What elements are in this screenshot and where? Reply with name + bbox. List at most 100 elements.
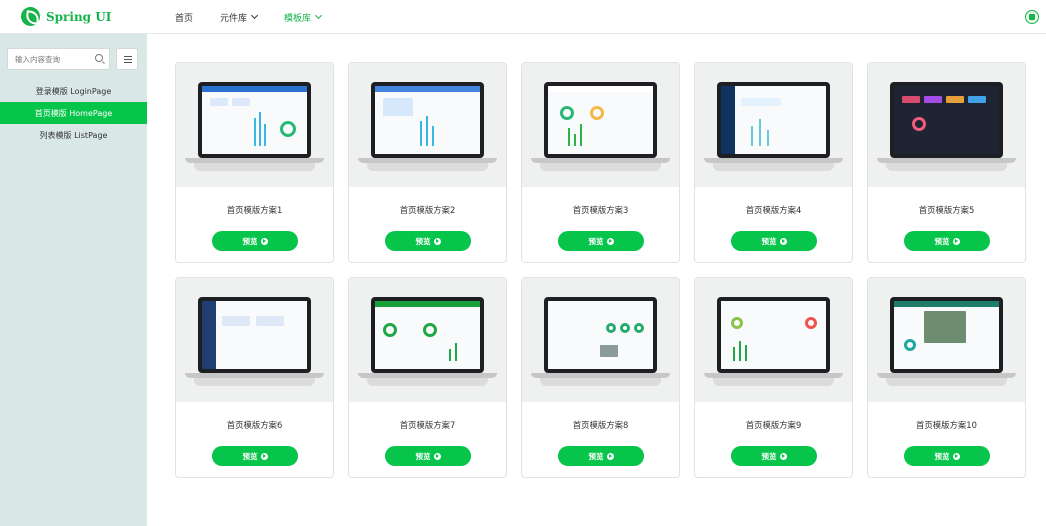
preview-button[interactable]: 预览 bbox=[731, 231, 817, 251]
template-thumbnail[interactable] bbox=[695, 278, 852, 402]
preview-button-label: 预览 bbox=[415, 236, 431, 246]
search-input[interactable]: 输入内容查询 bbox=[7, 48, 110, 70]
chevron-down-icon bbox=[250, 11, 259, 20]
laptop-base bbox=[358, 373, 497, 378]
preview-button[interactable]: 预览 bbox=[212, 446, 298, 466]
template-title: 首页模版方案5 bbox=[918, 205, 975, 215]
template-title: 首页模版方案4 bbox=[745, 205, 802, 215]
nav-components[interactable]: 元件库 bbox=[220, 11, 259, 24]
template-title: 首页模版方案8 bbox=[572, 420, 629, 430]
preview-bar bbox=[426, 116, 428, 146]
template-thumbnail[interactable] bbox=[695, 63, 852, 187]
template-thumbnail[interactable] bbox=[349, 278, 506, 402]
template-card[interactable]: 首页模版方案6 预览 bbox=[175, 277, 334, 478]
preview-button-label: 预览 bbox=[588, 451, 604, 461]
list-menu-icon bbox=[124, 62, 132, 63]
play-circle-icon bbox=[260, 452, 268, 460]
laptop-screen bbox=[371, 82, 484, 158]
laptop-shadow bbox=[540, 378, 661, 386]
template-thumbnail[interactable] bbox=[176, 63, 333, 187]
preview-button[interactable]: 预览 bbox=[212, 231, 298, 251]
preview-button[interactable]: 预览 bbox=[904, 446, 990, 466]
preview-bar bbox=[751, 126, 753, 146]
preview-header bbox=[202, 86, 307, 92]
preview-bar bbox=[449, 349, 451, 361]
laptop-shadow bbox=[194, 378, 315, 386]
preview-card bbox=[256, 316, 284, 326]
preview-bar bbox=[420, 121, 422, 146]
main-nav: 首页 元件库 模板库 bbox=[175, 0, 348, 34]
laptop-shadow bbox=[886, 163, 1007, 171]
preview-ring bbox=[912, 117, 926, 131]
preview-button[interactable]: 预览 bbox=[558, 446, 644, 466]
template-card[interactable]: 首页模版方案5 预览 bbox=[867, 62, 1026, 263]
preview-bar bbox=[580, 124, 582, 146]
preview-sidebar bbox=[721, 86, 735, 154]
template-thumbnail[interactable] bbox=[868, 63, 1025, 187]
template-title: 首页模版方案3 bbox=[572, 205, 629, 215]
template-thumbnail[interactable] bbox=[868, 278, 1025, 402]
template-card[interactable]: 首页模版方案4 预览 bbox=[694, 62, 853, 263]
chevron-down-icon bbox=[315, 11, 323, 20]
template-thumbnail[interactable] bbox=[176, 278, 333, 402]
preview-button[interactable]: 预览 bbox=[731, 446, 817, 466]
preview-bar bbox=[432, 126, 434, 146]
play-circle-icon bbox=[433, 237, 441, 245]
preview-ring bbox=[731, 317, 743, 329]
dashboard-preview bbox=[548, 86, 653, 154]
preview-button[interactable]: 预览 bbox=[904, 231, 990, 251]
nav-home[interactable]: 首页 bbox=[175, 11, 193, 24]
laptop-base bbox=[531, 373, 670, 378]
sidebar-item-listpage[interactable]: 列表模版 ListPage bbox=[0, 124, 147, 146]
template-thumbnail[interactable] bbox=[522, 278, 679, 402]
preview-button-label: 预览 bbox=[242, 236, 258, 246]
template-card[interactable]: 首页模版方案2 预览 bbox=[348, 62, 507, 263]
laptop-shadow bbox=[367, 378, 488, 386]
list-menu-icon bbox=[124, 59, 132, 60]
preview-card bbox=[946, 96, 964, 103]
preview-ring bbox=[423, 323, 437, 337]
preview-button[interactable]: 预览 bbox=[385, 231, 471, 251]
sidebar-item-label: 首页模版 HomePage bbox=[34, 108, 113, 118]
laptop-screen bbox=[371, 297, 484, 373]
template-thumbnail[interactable] bbox=[349, 63, 506, 187]
spring-ui-logo[interactable]: Spring UI bbox=[21, 7, 111, 26]
dashboard-preview bbox=[202, 86, 307, 154]
preview-ring bbox=[805, 317, 817, 329]
template-card[interactable]: 首页模版方案3 预览 bbox=[521, 62, 680, 263]
preview-button-label: 预览 bbox=[934, 451, 950, 461]
laptop-base bbox=[185, 158, 324, 163]
laptop-base bbox=[185, 373, 324, 378]
profile-icon[interactable] bbox=[1025, 10, 1039, 24]
play-circle-icon bbox=[952, 452, 960, 460]
laptop-shadow bbox=[713, 378, 834, 386]
laptop-screen bbox=[717, 82, 830, 158]
template-card[interactable]: 首页模版方案1 预览 bbox=[175, 62, 334, 263]
sidebar-item-homepage[interactable]: 首页模版 HomePage bbox=[0, 102, 147, 124]
template-thumbnail[interactable] bbox=[522, 63, 679, 187]
menu-toggle-button[interactable] bbox=[116, 48, 138, 70]
preview-button[interactable]: 预览 bbox=[385, 446, 471, 466]
preview-card bbox=[741, 98, 781, 106]
template-card[interactable]: 首页模版方案9 预览 bbox=[694, 277, 853, 478]
preview-ring bbox=[904, 339, 916, 351]
preview-bar bbox=[455, 343, 457, 361]
dashboard-preview bbox=[375, 301, 480, 369]
preview-button[interactable]: 预览 bbox=[558, 231, 644, 251]
preview-card bbox=[222, 316, 250, 326]
template-card[interactable]: 首页模版方案10 预览 bbox=[867, 277, 1026, 478]
preview-bar bbox=[574, 134, 576, 146]
template-card[interactable]: 首页模版方案8 预览 bbox=[521, 277, 680, 478]
template-title: 首页模版方案2 bbox=[399, 205, 456, 215]
spring-logo-icon bbox=[21, 7, 40, 26]
search-icon[interactable] bbox=[95, 54, 103, 62]
preview-bar bbox=[739, 341, 741, 361]
laptop-shadow bbox=[367, 163, 488, 171]
nav-templates[interactable]: 模板库 bbox=[284, 11, 323, 24]
laptop-screen bbox=[544, 297, 657, 373]
laptop-base bbox=[877, 373, 1016, 378]
nav-home-label: 首页 bbox=[175, 13, 194, 24]
template-card[interactable]: 首页模版方案7 预览 bbox=[348, 277, 507, 478]
template-title: 首页模版方案1 bbox=[226, 205, 283, 215]
sidebar-item-loginpage[interactable]: 登录模版 LoginPage bbox=[0, 80, 147, 102]
